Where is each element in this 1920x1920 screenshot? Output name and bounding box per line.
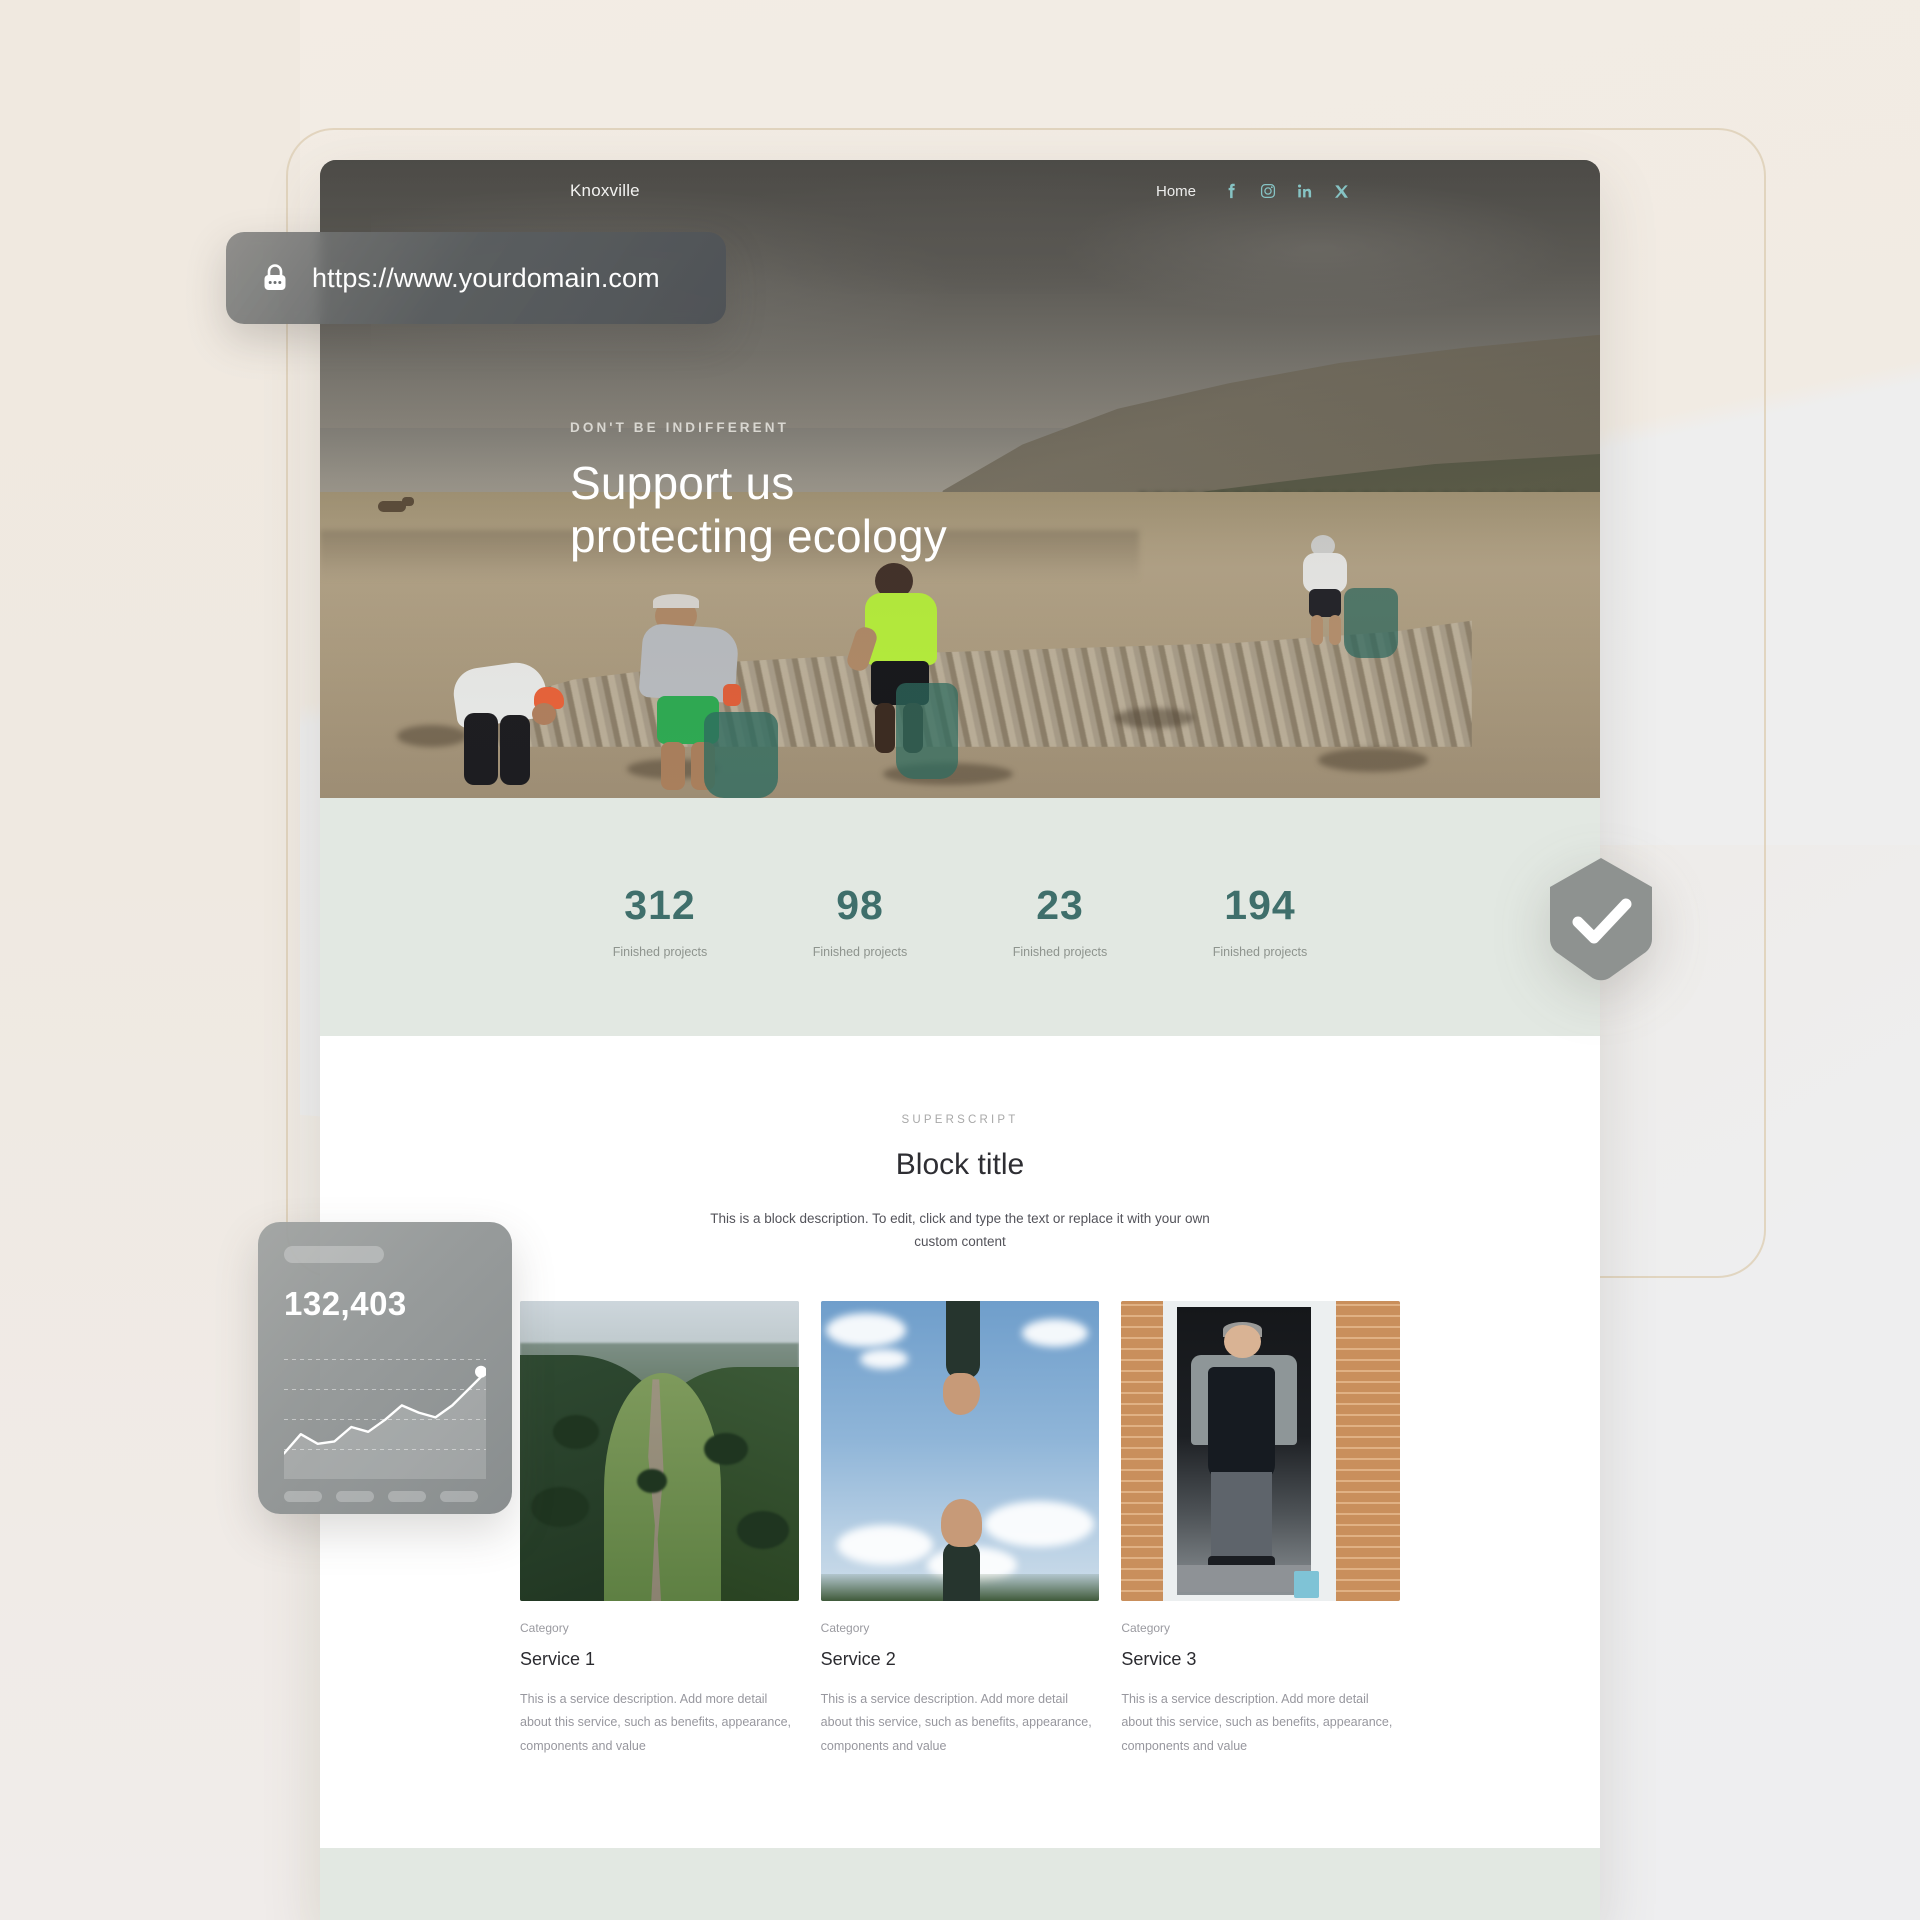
- social-links: [1222, 183, 1350, 200]
- stat-value: 194: [1224, 882, 1296, 928]
- analytics-chart: [282, 1349, 488, 1479]
- hero-copy: DON'T BE INDIFFERENT Support us protecti…: [570, 420, 947, 564]
- service-card-description: This is a service description. Add more …: [520, 1692, 791, 1753]
- analytics-axis-label-chip: [388, 1491, 426, 1502]
- shield-check-badge: [1542, 856, 1660, 984]
- stat-label: Finished projects: [612, 945, 708, 959]
- site-navbar: Knoxville Home: [320, 160, 1600, 222]
- stats-section: 312 Finished projects 98 Finished projec…: [320, 798, 1600, 1036]
- stat-value: 98: [836, 882, 884, 928]
- instagram-icon[interactable]: [1259, 183, 1276, 200]
- service-card-title: Service 1: [520, 1649, 596, 1670]
- linkedin-icon[interactable]: [1296, 183, 1313, 200]
- service-card-category: Category: [820, 1621, 870, 1636]
- service-card[interactable]: Category Service 3 This is a service des…: [1121, 1301, 1401, 1757]
- block-superscript: SUPERSCRIPT: [901, 1114, 1019, 1126]
- stat-item: 23 Finished projects: [960, 882, 1160, 959]
- site-brand-logo[interactable]: Knoxville: [570, 181, 640, 201]
- browser-window: Knoxville Home DON'T BE INDIFFERENT Supp…: [320, 160, 1600, 1920]
- service-cards: Category Service 1 This is a service des…: [520, 1301, 1401, 1757]
- analytics-title-placeholder: [284, 1246, 384, 1263]
- service-card-image[interactable]: [520, 1301, 799, 1602]
- nav-link-home[interactable]: Home: [1156, 183, 1196, 200]
- services-block-section: SUPERSCRIPT Block title This is a block …: [320, 1036, 1600, 1848]
- service-card-title: Service 2: [820, 1649, 896, 1670]
- stat-item: 98 Finished projects: [760, 882, 960, 959]
- block-description: This is a block description. To edit, cl…: [710, 1211, 1210, 1249]
- navbar-right-group: Home: [1156, 183, 1350, 200]
- hero-headline: Support us protecting ecology: [570, 457, 947, 564]
- analytics-chart-svg: [282, 1359, 488, 1479]
- stat-label: Finished projects: [1212, 945, 1308, 959]
- service-card[interactable]: Category Service 2 This is a service des…: [820, 1301, 1100, 1757]
- testimonial-section: [320, 1847, 1600, 1920]
- block-title: Block title: [895, 1148, 1025, 1181]
- lock-icon: [260, 262, 290, 294]
- hero-eyebrow: DON'T BE INDIFFERENT: [570, 420, 789, 435]
- service-card-description: This is a service description. Add more …: [1121, 1692, 1393, 1753]
- hero-headline-line-1: Support us: [570, 457, 795, 509]
- x-icon[interactable]: [1333, 183, 1350, 200]
- service-card-category: Category: [520, 1621, 569, 1636]
- service-card-image[interactable]: [820, 1301, 1100, 1602]
- stat-item: 194 Finished projects: [1160, 882, 1360, 959]
- hero-headline-line-2: protecting ecology: [570, 510, 947, 563]
- analytics-value: 132,403: [284, 1285, 407, 1322]
- analytics-widget-card: 132,403: [258, 1222, 512, 1514]
- service-card-title: Service 3: [1121, 1649, 1197, 1670]
- analytics-axis-label-chip: [440, 1491, 478, 1502]
- stat-label: Finished projects: [1012, 945, 1108, 959]
- url-bar-pill[interactable]: https://www.yourdomain.com: [226, 232, 726, 324]
- analytics-axis-label-chip: [336, 1491, 374, 1502]
- analytics-axis-label-chip: [284, 1491, 322, 1502]
- url-text: https://www.yourdomain.com: [312, 262, 660, 293]
- service-card[interactable]: Category Service 1 This is a service des…: [520, 1301, 799, 1757]
- service-card-description: This is a service description. Add more …: [820, 1692, 1092, 1753]
- analytics-axis-labels: [284, 1491, 486, 1502]
- stat-label: Finished projects: [812, 945, 908, 959]
- service-card-image[interactable]: [1121, 1301, 1401, 1602]
- stat-item: 312 Finished projects: [560, 882, 760, 959]
- stat-value: 312: [624, 882, 696, 928]
- stat-value: 23: [1036, 882, 1084, 928]
- facebook-icon[interactable]: [1222, 183, 1239, 200]
- service-card-category: Category: [1121, 1621, 1171, 1636]
